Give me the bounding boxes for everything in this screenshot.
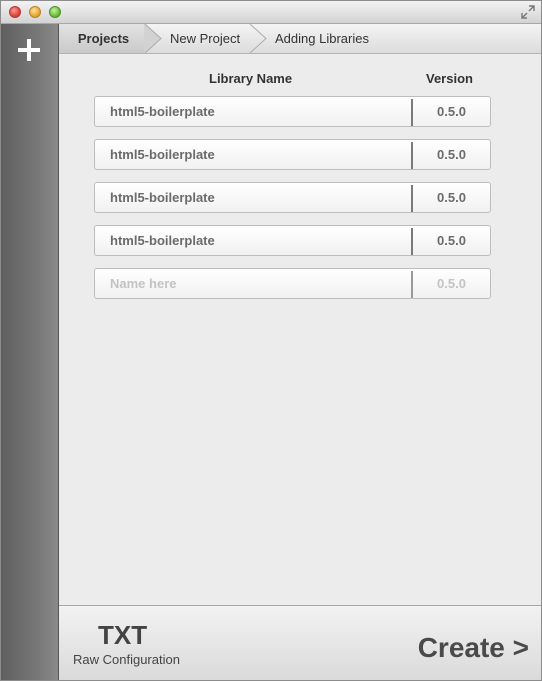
library-version-field[interactable]: 0.5.0 <box>413 140 490 169</box>
create-button[interactable]: Create > <box>418 632 529 664</box>
library-row: html5-boilerplate 0.5.0 <box>94 139 491 170</box>
new-library-row: Name here 0.5.0 <box>94 268 491 299</box>
breadcrumb: Projects New Project Adding Libraries <box>59 24 541 54</box>
library-name-field[interactable]: html5-boilerplate <box>110 183 215 212</box>
library-version-field[interactable]: 0.5.0 <box>413 226 490 255</box>
library-version-field[interactable]: 0.5.0 <box>413 97 490 126</box>
footer-bar: TXT Raw Configuration Create > <box>59 605 541 680</box>
library-name-field[interactable]: html5-boilerplate <box>110 140 215 169</box>
libraries-panel: Library Name Version html5-boilerplate 0… <box>59 54 541 605</box>
library-row: html5-boilerplate 0.5.0 <box>94 96 491 127</box>
breadcrumb-adding-libraries-label: Adding Libraries <box>275 31 369 46</box>
breadcrumb-new-project-label: New Project <box>170 31 241 46</box>
breadcrumb-item-adding-libraries[interactable]: Adding Libraries <box>275 24 369 53</box>
breadcrumb-item-new-project[interactable]: New Project <box>170 24 240 53</box>
version-header: Version <box>426 71 473 86</box>
library-name-header: Library Name <box>209 71 293 86</box>
new-library-name-input[interactable]: Name here <box>110 269 176 298</box>
new-library-version-input[interactable]: 0.5.0 <box>413 269 490 298</box>
sidebar <box>1 24 59 680</box>
library-row: html5-boilerplate 0.5.0 <box>94 225 491 256</box>
library-name-field[interactable]: html5-boilerplate <box>110 226 215 255</box>
raw-configuration-label[interactable]: Raw Configuration <box>73 652 180 667</box>
window-close-icon[interactable] <box>9 6 21 18</box>
breadcrumb-chevron-icon <box>249 24 267 53</box>
breadcrumb-item-projects[interactable]: Projects <box>59 24 144 53</box>
window-zoom-icon[interactable] <box>49 6 61 18</box>
plus-icon[interactable] <box>17 38 41 62</box>
fullscreen-icon[interactable] <box>521 5 535 19</box>
raw-configuration-title[interactable]: TXT <box>98 620 147 651</box>
breadcrumb-chevron-icon <box>144 24 162 53</box>
breadcrumb-projects-label: Projects <box>77 31 130 46</box>
library-version-field[interactable]: 0.5.0 <box>413 183 490 212</box>
library-row: html5-boilerplate 0.5.0 <box>94 182 491 213</box>
library-name-field[interactable]: html5-boilerplate <box>110 97 215 126</box>
title-bar <box>1 1 541 24</box>
app-window: Projects New Project Adding Libraries Li… <box>0 0 542 681</box>
window-minimize-icon[interactable] <box>29 6 41 18</box>
